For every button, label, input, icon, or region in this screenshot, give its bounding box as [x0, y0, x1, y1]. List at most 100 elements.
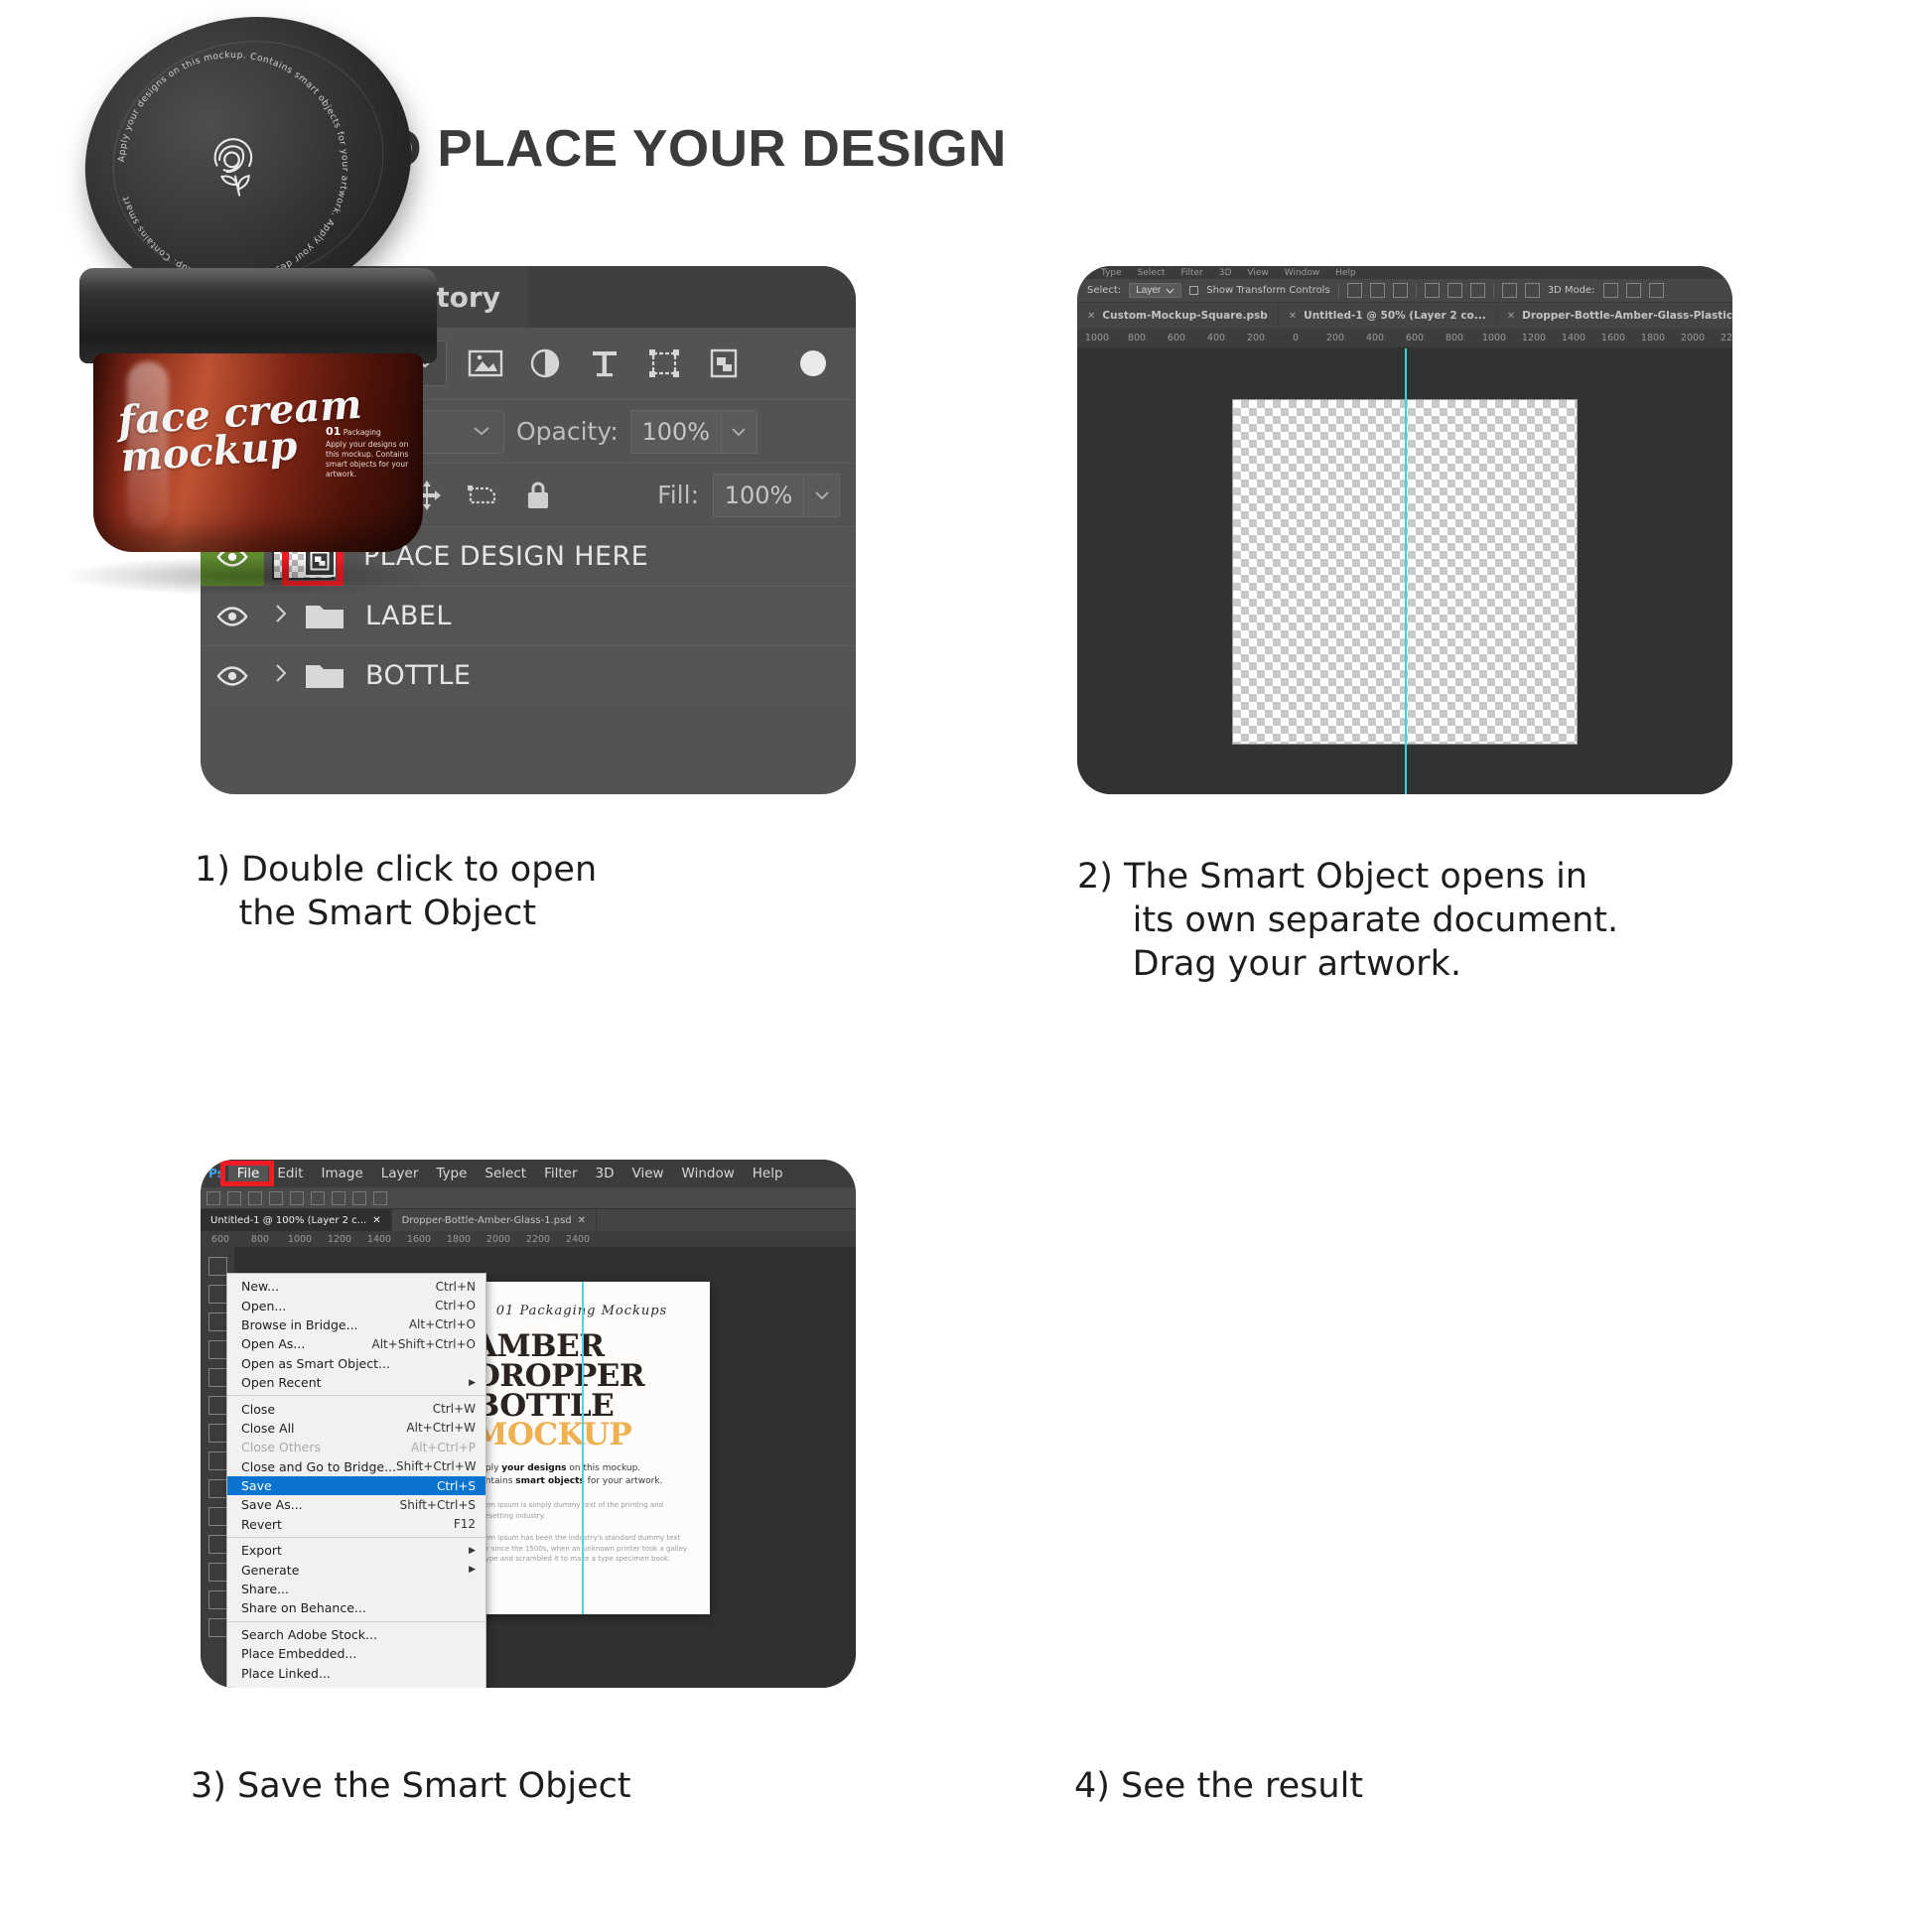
menu-item-close[interactable]: Close Ctrl+W — [227, 1399, 485, 1418]
menu-item-open-recent[interactable]: Open Recent ▶ — [227, 1373, 485, 1392]
chevron-right-icon[interactable] — [264, 662, 298, 690]
table-row[interactable]: BOTTLE — [201, 645, 856, 705]
file-dropdown-menu[interactable]: New... Ctrl+N Open... Ctrl+O Browse in Bri… — [226, 1273, 486, 1688]
menu-item-open[interactable]: Open... Ctrl+O — [227, 1296, 485, 1314]
menu-item-place-linked[interactable]: Place Linked... — [227, 1663, 485, 1682]
align-bottom-icon[interactable] — [311, 1190, 325, 1205]
select-target-dropdown[interactable]: Layer — [1129, 283, 1182, 298]
fill-stepper[interactable]: 100% — [713, 473, 840, 517]
menu-item-generate[interactable]: Generate ▶ — [227, 1560, 485, 1579]
align-left-icon[interactable] — [1346, 283, 1362, 298]
brush-tool-icon[interactable] — [207, 1451, 227, 1470]
close-icon[interactable]: ✕ — [1507, 311, 1515, 322]
menu-image[interactable]: Image — [312, 1163, 371, 1184]
clone-stamp-tool-icon[interactable] — [207, 1479, 227, 1498]
menu-view[interactable]: View — [623, 1163, 673, 1184]
menu-item-close-and-go-to-bridge[interactable]: Close and Go to Bridge... Shift+Ctrl+W — [227, 1457, 485, 1476]
fill-value[interactable]: 100% — [713, 473, 804, 517]
close-icon[interactable]: ✕ — [1087, 311, 1095, 322]
document-tab-dropper-bottle[interactable]: Dropper-Bottle-Amber-Glass-1.psd ✕ — [392, 1209, 598, 1231]
menu-item-save-as[interactable]: Save As... Shift+Ctrl+S — [227, 1495, 485, 1514]
menu-filter[interactable]: Filter — [1180, 268, 1202, 278]
dodge-tool-icon[interactable] — [207, 1590, 227, 1609]
menu-type[interactable]: Type — [427, 1163, 476, 1184]
crop-tool-icon[interactable] — [207, 1368, 227, 1387]
gradient-tool-icon[interactable] — [207, 1535, 227, 1554]
menu-select[interactable]: Select — [476, 1163, 535, 1184]
menu-help[interactable]: Help — [1335, 268, 1356, 278]
menu-window[interactable]: Window — [673, 1163, 744, 1184]
distribute-vertical-icon[interactable] — [352, 1190, 366, 1205]
menu-file[interactable]: File — [227, 1163, 269, 1184]
align-center-icon[interactable] — [227, 1190, 241, 1205]
menu-3d[interactable]: 3D — [587, 1163, 623, 1184]
canvas-area[interactable] — [1077, 348, 1732, 794]
menu-type[interactable]: Type — [1101, 268, 1122, 278]
3d-pan-icon[interactable] — [1625, 283, 1641, 298]
marquee-tool-icon[interactable] — [207, 1285, 227, 1304]
eyedropper-tool-icon[interactable] — [207, 1396, 227, 1415]
menu-item-save[interactable]: Save Ctrl+S — [227, 1475, 485, 1496]
close-icon[interactable]: ✕ — [372, 1215, 380, 1226]
menu-item-browse-in-bridge[interactable]: Browse in Bridge... Alt+Ctrl+O — [227, 1315, 485, 1334]
menu-item-open-as-smart-object[interactable]: Open as Smart Object... — [227, 1354, 485, 1373]
menu-item-export[interactable]: Export ▶ — [227, 1541, 485, 1560]
document-preview[interactable]: 01 Packaging Mockups AMBER DROPPER BOTTL… — [454, 1282, 710, 1614]
menu-filter[interactable]: Filter — [535, 1163, 586, 1184]
move-tool-icon[interactable] — [207, 1257, 227, 1276]
document-tab-dropper-bottle[interactable]: ✕ Dropper-Bottle-Amber-Glass-Plastic-Lid… — [1497, 303, 1732, 329]
layer-visibility-toggle[interactable] — [201, 646, 264, 705]
eraser-tool-icon[interactable] — [207, 1507, 227, 1526]
menu-item-share[interactable]: Share... — [227, 1580, 485, 1598]
menu-item-open-as[interactable]: Open As... Alt+Shift+Ctrl+O — [227, 1334, 485, 1353]
menu-item-close-all[interactable]: Close All Alt+Ctrl+W — [227, 1419, 485, 1438]
align-right-icon[interactable] — [1392, 283, 1408, 298]
align-left-icon[interactable] — [207, 1190, 220, 1205]
close-icon[interactable]: ✕ — [578, 1215, 586, 1226]
align-top-icon[interactable] — [269, 1190, 283, 1205]
healing-brush-tool-icon[interactable] — [207, 1424, 227, 1443]
menu-item-revert[interactable]: Revert F12 — [227, 1515, 485, 1534]
align-middle-icon[interactable] — [290, 1190, 304, 1205]
fill-chevron-down-icon[interactable] — [804, 473, 840, 517]
document-tab-custom-mockup-square[interactable]: ✕ Custom-Mockup-Square.psb — [1077, 303, 1279, 329]
menu-layer[interactable]: Layer — [372, 1163, 428, 1184]
menu-help[interactable]: Help — [744, 1163, 792, 1184]
jar-side-caption: Packaging — [343, 428, 381, 437]
folder-icon — [298, 660, 351, 692]
document-tab-untitled-1[interactable]: ✕ Untitled-1 @ 50% (Layer 2 co... — [1279, 303, 1497, 329]
subtext-1c: on this mockup. — [566, 1463, 641, 1473]
smart-object-filter-icon[interactable] — [703, 343, 745, 384]
distribute-icon[interactable] — [1501, 283, 1517, 298]
close-icon[interactable]: ✕ — [1289, 311, 1297, 322]
menu-item-place-embedded[interactable]: Place Embedded... — [227, 1644, 485, 1663]
align-middle-icon[interactable] — [1447, 283, 1462, 298]
menu-select[interactable]: Select — [1138, 268, 1166, 278]
menu-item-new[interactable]: New... Ctrl+N — [227, 1277, 485, 1296]
align-right-icon[interactable] — [248, 1190, 262, 1205]
blur-tool-icon[interactable] — [207, 1563, 227, 1582]
align-bottom-icon[interactable] — [1469, 283, 1485, 298]
menu-item-label: Revert — [241, 1516, 282, 1532]
menu-item-share-on-behance[interactable]: Share on Behance... — [227, 1598, 485, 1617]
menu-edit[interactable]: Edit — [268, 1163, 312, 1184]
more-options-icon[interactable] — [373, 1190, 387, 1205]
more-options-icon[interactable] — [1524, 283, 1540, 298]
3d-zoom-icon[interactable] — [1648, 283, 1664, 298]
filter-enable-toggle[interactable] — [800, 350, 826, 376]
menu-view[interactable]: View — [1247, 268, 1268, 278]
menu-item-search-adobe-stock[interactable]: Search Adobe Stock... — [227, 1625, 485, 1644]
3d-orbit-icon[interactable] — [1602, 283, 1618, 298]
align-center-horizontal-icon[interactable] — [1369, 283, 1385, 298]
show-transform-controls-checkbox[interactable] — [1189, 286, 1199, 295]
pen-tool-icon[interactable] — [207, 1618, 227, 1637]
align-top-icon[interactable] — [1424, 283, 1440, 298]
menu-3d[interactable]: 3D — [1219, 268, 1232, 278]
opacity-chevron-down-icon[interactable] — [721, 409, 758, 454]
distribute-horizontal-icon[interactable] — [332, 1190, 345, 1205]
lasso-tool-icon[interactable] — [207, 1312, 227, 1331]
options-bar — [201, 1187, 856, 1209]
menu-window[interactable]: Window — [1285, 268, 1320, 278]
quick-selection-tool-icon[interactable] — [207, 1340, 227, 1359]
document-tab-untitled-1[interactable]: Untitled-1 @ 100% (Layer 2 c... ✕ — [201, 1209, 392, 1231]
